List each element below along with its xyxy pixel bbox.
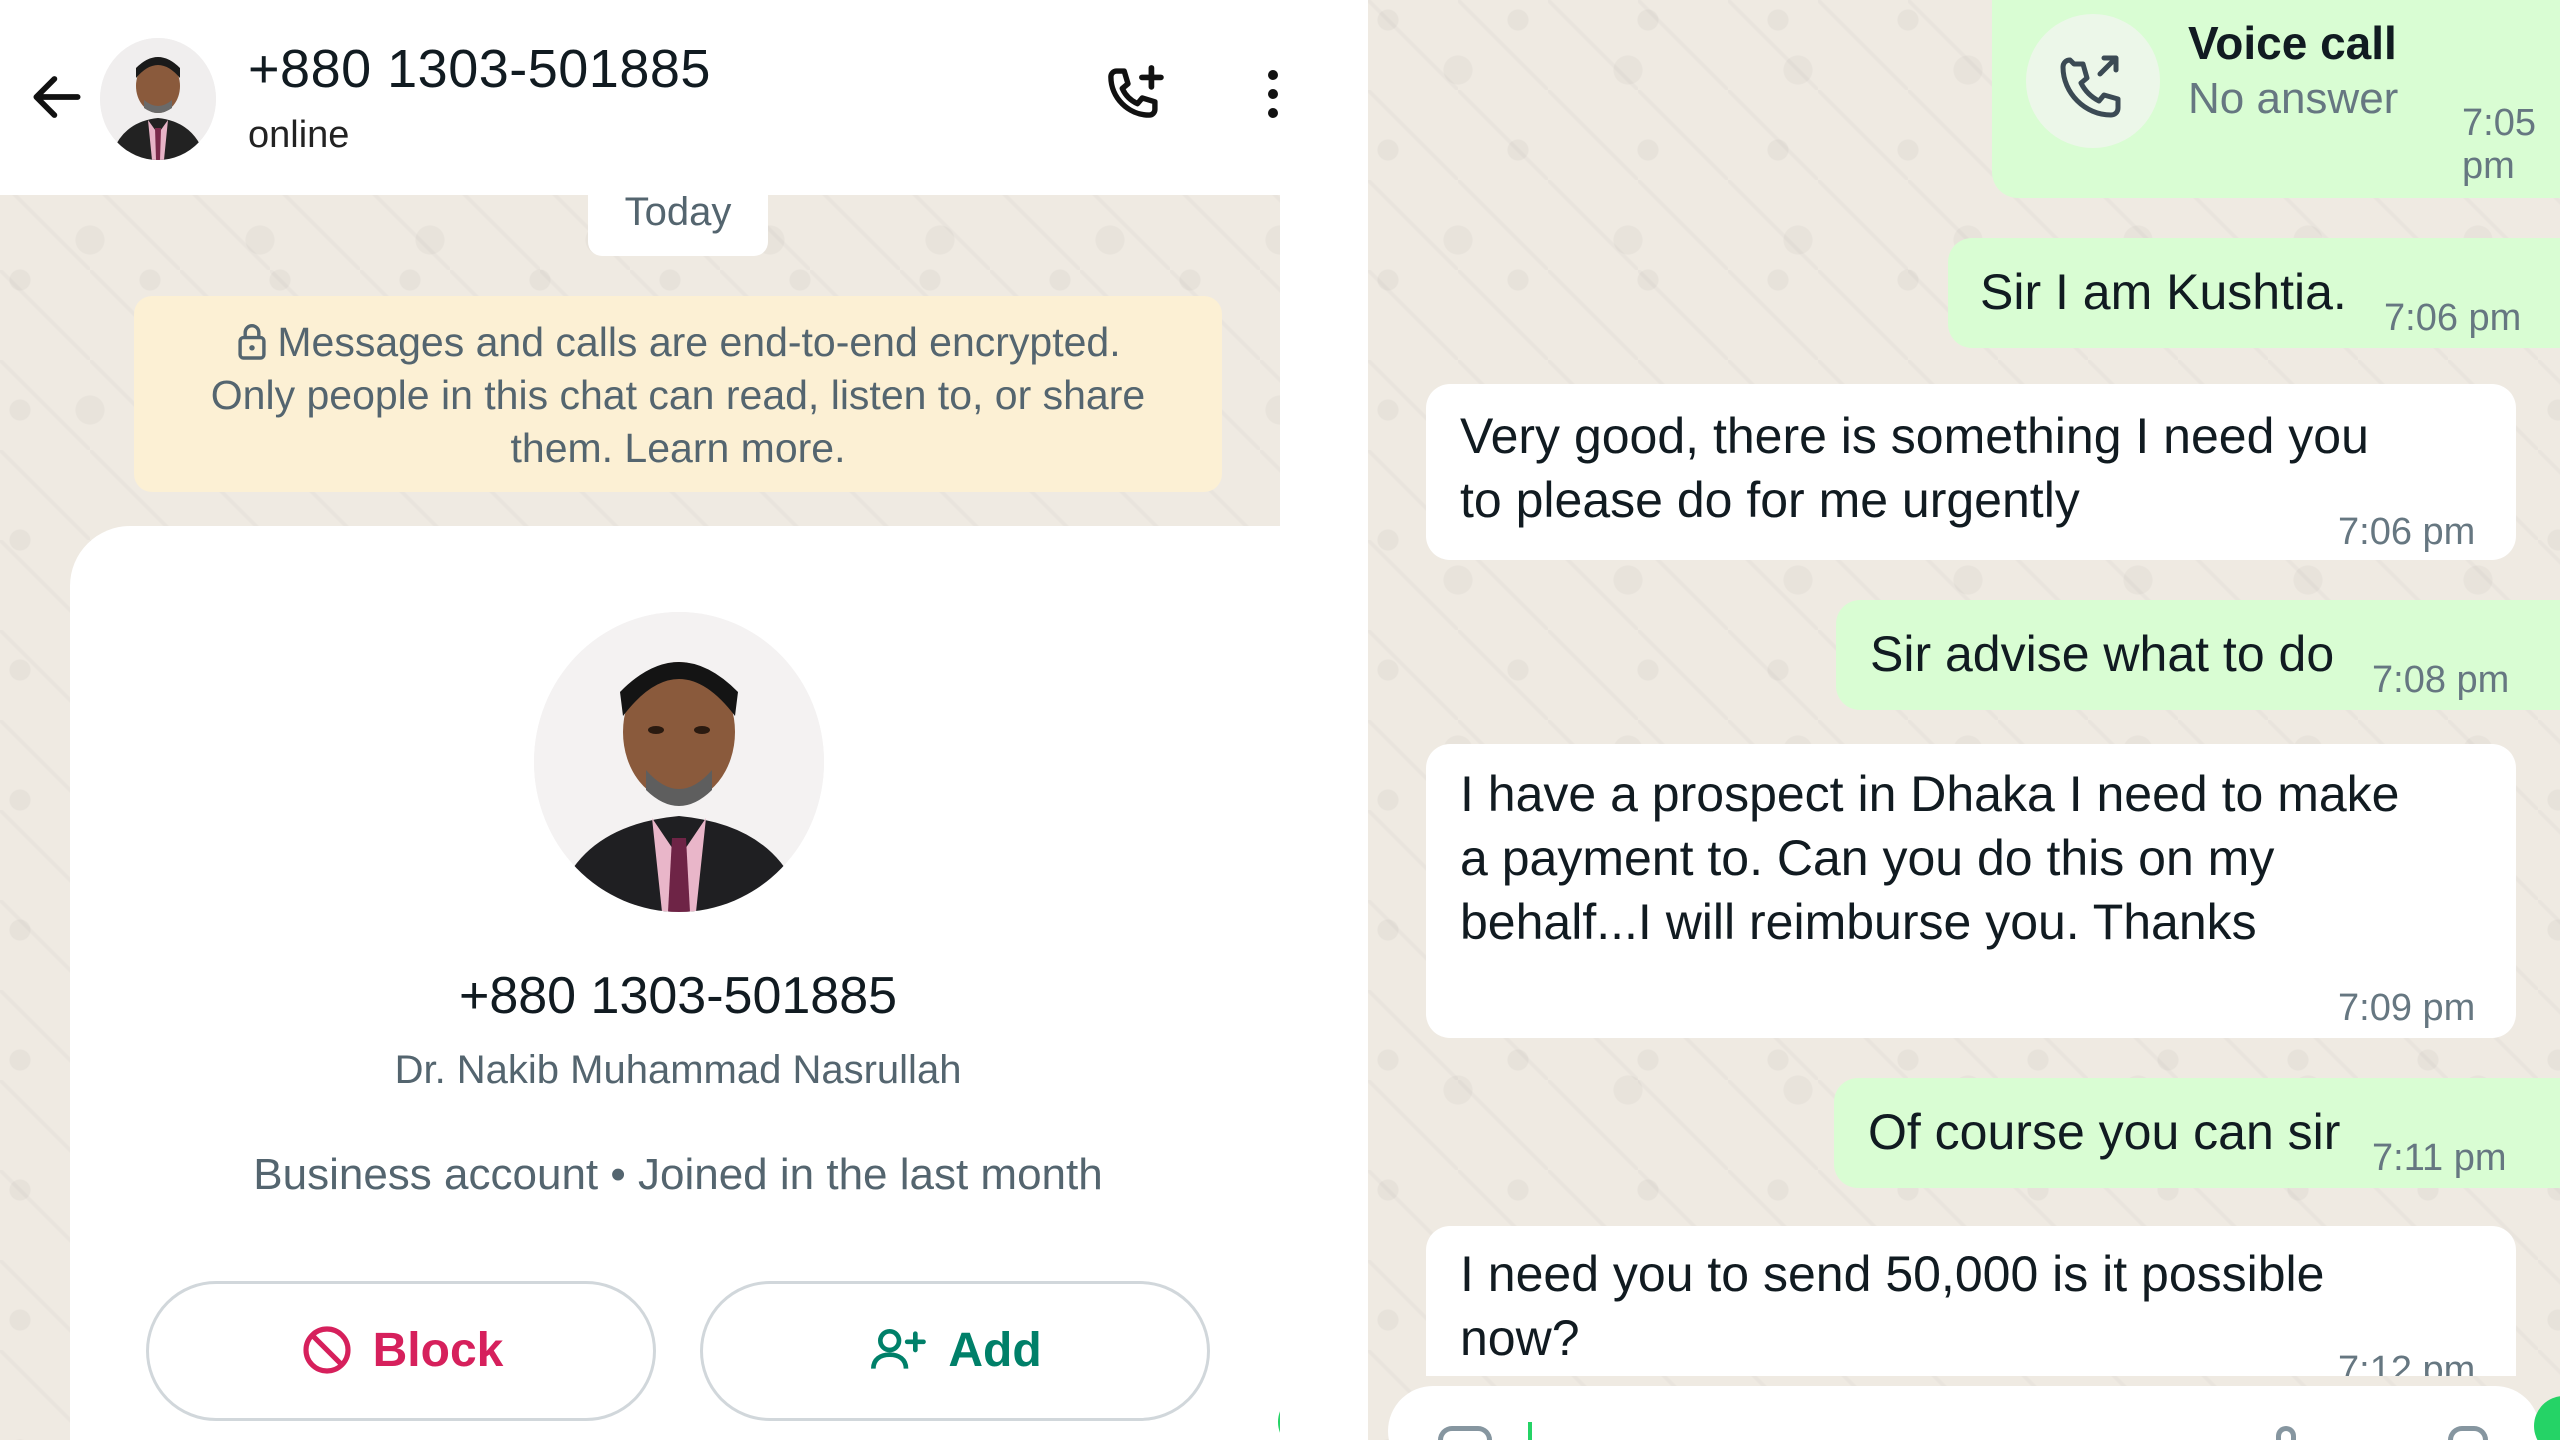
outgoing-message[interactable]: Sir advise what to do 7:08 pm (1836, 600, 2560, 710)
add-contact-button[interactable]: Add (700, 1281, 1210, 1421)
message-text: Sir I am Kushtia. (1980, 264, 2347, 320)
avatar[interactable] (100, 38, 216, 160)
message-time: 7:06 pm (2338, 511, 2476, 553)
encryption-line-3: them. Learn more. (510, 425, 846, 471)
encryption-notice[interactable]: Messages and calls are end-to-end encryp… (134, 296, 1222, 492)
right-chat-screenshot: Voice call No answer 7:05 pm Sir I am Ku… (1368, 0, 2560, 1440)
voice-call-time: 7:05 pm (2462, 102, 2536, 187)
add-person-icon (871, 1329, 927, 1369)
message-text: Of course you can sir (1868, 1104, 2341, 1160)
message-line-2: now? (1460, 1310, 1580, 1366)
outgoing-message[interactable]: Of course you can sir 7:11 pm (1834, 1078, 2560, 1188)
encryption-line-1: Messages and calls are end-to-end encryp… (277, 319, 1121, 365)
profile-number: +880 1303-501885 (458, 967, 898, 1025)
date-chip: Today (588, 184, 768, 256)
message-line-2: a payment to. Can you do this on my (1460, 830, 2275, 886)
lock-icon (238, 324, 266, 360)
left-chat-screenshot: +880 1303-501885 online Today Messages a… (0, 0, 1280, 1440)
emoji-icon[interactable] (1438, 1426, 1492, 1440)
incoming-message[interactable]: Very good, there is something I need you… (1426, 384, 2516, 560)
message-time: 7:09 pm (2338, 987, 2476, 1029)
message-input-bar[interactable] (1388, 1386, 2540, 1440)
person-portrait-icon (100, 38, 216, 160)
profile-photo[interactable] (534, 612, 824, 912)
block-label: Block (372, 1324, 504, 1377)
contact-status: online (248, 114, 350, 156)
contact-number[interactable]: +880 1303-501885 (248, 38, 711, 100)
add-label: Add (948, 1324, 1042, 1377)
block-button[interactable]: Block (146, 1281, 656, 1421)
outgoing-call-icon (2060, 55, 2121, 118)
incoming-message[interactable]: I need you to send 50,000 is it possible… (1426, 1226, 2516, 1376)
message-line-3: behalf...I will reimburse you. Thanks (1460, 894, 2257, 950)
text-cursor (1528, 1422, 1532, 1440)
message-line-1: I have a prospect in Dhaka I need to mak… (1460, 766, 2400, 822)
screenshot-divider (1280, 0, 1368, 1440)
message-time: 7:11 pm (2372, 1137, 2507, 1179)
message-line-1: I need you to send 50,000 is it possible (1460, 1246, 2325, 1302)
encryption-line-2: Only people in this chat can read, liste… (210, 372, 1146, 418)
voice-call-status: No answer (2188, 74, 2399, 123)
voice-call-title: Voice call (2188, 17, 2397, 69)
message-line-2: to please do for me urgently (1460, 472, 2080, 528)
outgoing-message[interactable]: Sir I am Kushtia. 7:06 pm (1948, 238, 2560, 348)
voice-call-bubble[interactable]: Voice call No answer 7:05 pm (1992, 0, 2560, 198)
back-arrow-icon[interactable] (26, 66, 88, 128)
incoming-message[interactable]: I have a prospect in Dhaka I need to mak… (1426, 744, 2516, 1038)
person-portrait-icon (534, 612, 824, 912)
block-icon (303, 1326, 351, 1374)
message-time: 7:12 pm (2338, 1349, 2476, 1376)
chat-header: +880 1303-501885 online (0, 0, 1280, 195)
message-line-1: Very good, there is something I need you (1460, 408, 2369, 464)
mic-button-edge[interactable] (2534, 1396, 2560, 1440)
message-time: 7:06 pm (2384, 297, 2522, 339)
more-menu-icon[interactable] (1266, 70, 1280, 130)
contact-profile-card: +880 1303-501885 Dr. Nakib Muhammad Nasr… (70, 526, 1280, 1440)
profile-info: Business account • Joined in the last mo… (253, 1150, 1103, 1199)
attach-icon[interactable] (2276, 1426, 2296, 1440)
call-icon-circle (2026, 14, 2160, 148)
camera-icon[interactable] (2448, 1426, 2488, 1440)
add-call-icon[interactable] (1096, 60, 1172, 136)
message-text: Sir advise what to do (1870, 626, 2335, 682)
message-time: 7:08 pm (2372, 659, 2510, 701)
profile-name: Dr. Nakib Muhammad Nasrullah (394, 1048, 962, 1092)
